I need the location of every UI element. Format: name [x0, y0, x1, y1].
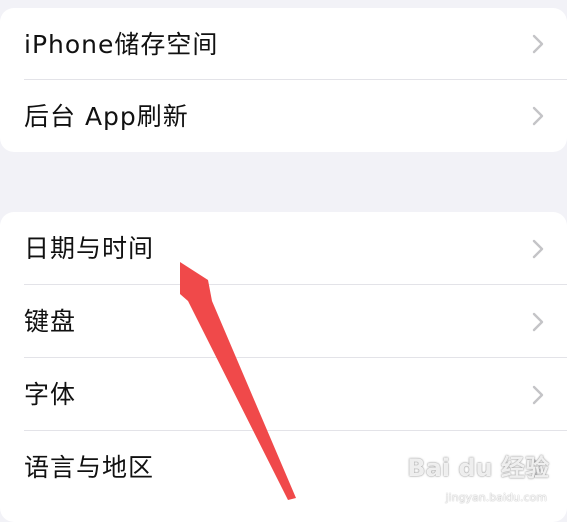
row-label-date-time: 日期与时间 — [24, 234, 155, 263]
row-keyboard[interactable]: 键盘 — [0, 285, 567, 358]
row-iphone-storage[interactable]: iPhone储存空间 — [0, 8, 567, 80]
chevron-right-icon — [532, 312, 544, 331]
row-label-background-app-refresh: 后台 App刷新 — [24, 101, 189, 131]
chevron-right-icon — [532, 458, 544, 477]
row-language-region[interactable]: 语言与地区 — [0, 431, 567, 504]
chevron-right-icon — [532, 385, 544, 404]
settings-group-general: 日期与时间 键盘 字体 语言与地区 — [0, 212, 567, 522]
row-label-language-region: 语言与地区 — [24, 453, 155, 482]
chevron-right-icon — [532, 106, 544, 126]
row-background-app-refresh[interactable]: 后台 App刷新 — [0, 80, 567, 152]
row-label-keyboard: 键盘 — [24, 307, 77, 336]
row-fonts[interactable]: 字体 — [0, 358, 567, 431]
row-date-time[interactable]: 日期与时间 — [0, 212, 567, 285]
chevron-right-icon — [532, 239, 544, 258]
chevron-right-icon — [532, 34, 544, 54]
settings-group-storage: iPhone储存空间 后台 App刷新 — [0, 8, 567, 152]
row-label-iphone-storage: iPhone储存空间 — [24, 29, 219, 59]
row-label-fonts: 字体 — [24, 380, 77, 409]
